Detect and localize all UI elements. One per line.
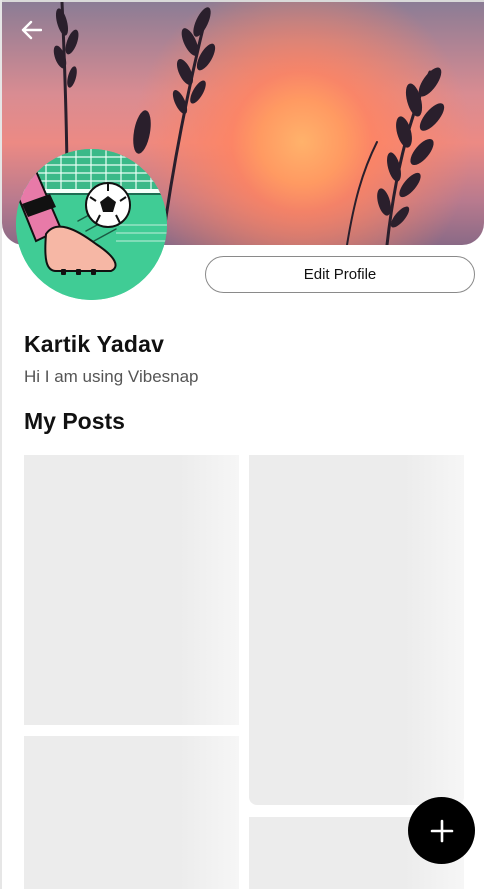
- soccer-kick-avatar-illustration: [16, 149, 167, 300]
- section-title-my-posts: My Posts: [24, 408, 125, 434]
- back-button[interactable]: [20, 20, 48, 48]
- post-placeholder[interactable]: [24, 736, 239, 889]
- profile-bio: Hi I am using Vibesnap: [24, 367, 199, 386]
- plus-icon: [430, 819, 453, 842]
- edit-profile-button[interactable]: Edit Profile: [205, 256, 475, 293]
- frame-edge: [0, 0, 484, 2]
- arrow-left-icon: [21, 20, 42, 40]
- avatar[interactable]: [16, 149, 167, 300]
- profile-name: Kartik Yadav: [24, 331, 165, 357]
- post-placeholder[interactable]: [249, 455, 464, 805]
- frame-edge: [0, 0, 2, 889]
- add-post-button[interactable]: [408, 797, 475, 864]
- profile-screen: Edit Profile Kartik Yadav Hi I am using …: [0, 0, 484, 889]
- post-placeholder[interactable]: [24, 455, 239, 725]
